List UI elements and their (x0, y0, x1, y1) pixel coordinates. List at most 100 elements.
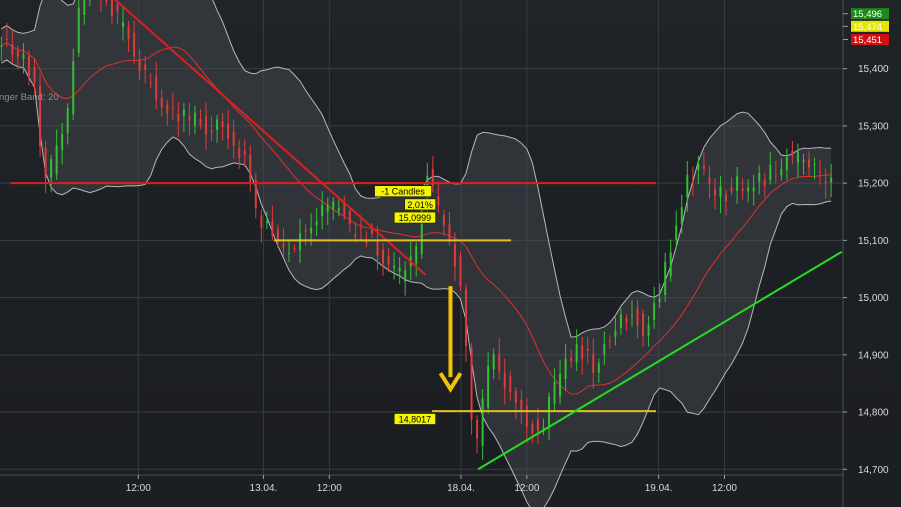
y-tick-label: 15,100 (858, 236, 889, 247)
candle-body (780, 168, 783, 176)
candle-body (105, 0, 108, 2)
candle-body (619, 314, 622, 329)
price-tag-label: 15,451 (853, 35, 882, 46)
candle-body (697, 164, 700, 170)
candle-body (669, 252, 672, 277)
candle-body (785, 157, 788, 171)
y-tick-label: 14,800 (858, 408, 889, 419)
candle-body (171, 108, 174, 110)
candle-body (133, 33, 136, 57)
candle-body (116, 4, 119, 12)
y-tick-label: 14,700 (858, 465, 889, 476)
candle-body (442, 215, 445, 226)
candle-body (232, 131, 235, 146)
candle-body (22, 54, 25, 59)
candle-body (531, 424, 534, 434)
candlestick-chart[interactable]: -1 Candles 2,01% 15,0999 14,8017 14,700 14,8… (0, 0, 901, 507)
price-tags: 15,496 15,474 15,451 (843, 8, 889, 46)
candle-body (210, 130, 213, 133)
candle-body (448, 224, 451, 242)
annotation-label-text: 15,0999 (399, 213, 432, 223)
candle-body (608, 340, 611, 342)
x-tick-label: 19.04. (645, 483, 673, 494)
candle-body (758, 172, 761, 182)
candle-body (603, 343, 606, 355)
candle-body (453, 244, 456, 267)
candle-body (282, 243, 285, 247)
candle-body (470, 348, 473, 420)
candle-body (382, 249, 385, 264)
x-tick-label: 12:00 (317, 483, 342, 494)
candle-body (199, 119, 202, 126)
candle-body (321, 204, 324, 216)
candle-body (730, 187, 733, 192)
candle-body (570, 358, 573, 362)
candle-body (348, 211, 351, 225)
candle-body (160, 97, 163, 108)
candle-body (819, 171, 822, 173)
candle-body (227, 123, 230, 139)
candle-body (658, 298, 661, 302)
candle-body (149, 82, 152, 84)
candle-body (271, 220, 274, 236)
candle-body (216, 119, 219, 130)
candle-body (332, 201, 335, 210)
candle-body (293, 247, 296, 249)
candle-body (50, 159, 53, 178)
candle-body (796, 151, 799, 163)
candle-body (536, 419, 539, 432)
candle-body (437, 196, 440, 206)
annotation-label-text: -1 Candles (381, 187, 425, 197)
candle-body (719, 186, 722, 198)
candle-body (647, 324, 650, 336)
y-tick-label: 14,900 (858, 350, 889, 361)
x-tick-label: 12:00 (514, 483, 539, 494)
candle-body (636, 307, 639, 326)
candle-body (138, 59, 141, 71)
candle-body (61, 133, 64, 150)
candle-body (44, 147, 47, 178)
candle-body (27, 56, 30, 77)
candle-body (691, 179, 694, 183)
candle-body (575, 344, 578, 363)
candle-body (55, 145, 58, 175)
candle-body (581, 345, 584, 359)
candle-body (741, 188, 744, 191)
candle-body (122, 22, 125, 28)
y-tick-label: 15,300 (858, 121, 889, 132)
candle-body (193, 112, 196, 126)
candle-body (675, 225, 678, 241)
annotation-label-text: 2,01% (407, 200, 433, 210)
candle-body (791, 150, 794, 156)
candle-body (155, 76, 158, 101)
candle-body (337, 207, 340, 212)
candle-body (310, 227, 313, 234)
candle-body (127, 26, 130, 39)
annotation-label-text: 14,8017 (399, 414, 432, 424)
candle-body (5, 38, 8, 40)
candle-body (77, 7, 80, 53)
candle-body (824, 181, 827, 184)
candle-body (299, 233, 302, 251)
candle-body (625, 317, 628, 323)
candle-body (465, 288, 468, 347)
candle-body (182, 109, 185, 116)
candle-body (376, 241, 379, 256)
candle-body (520, 399, 523, 410)
candle-body (747, 187, 750, 192)
x-tick-label: 12:00 (126, 483, 151, 494)
candle-body (559, 373, 562, 397)
candle-body (83, 0, 86, 15)
y-tick-label: 15,200 (858, 179, 889, 190)
candle-body (254, 180, 257, 209)
candle-body (265, 221, 268, 224)
candle-body (315, 221, 318, 226)
candle-body (459, 256, 462, 287)
candle-body (487, 365, 490, 408)
chart-canvas[interactable]: -1 Candles 2,01% 15,0999 14,8017 14,700 14,8… (0, 0, 901, 507)
price-tag-label: 15,474 (853, 22, 882, 33)
candle-body (713, 189, 716, 196)
candle-body (498, 353, 501, 372)
candle-body (415, 246, 418, 264)
x-axis: 12:00 13.04. 12:00 18.04. 12:00 19.04. 12:00 (126, 475, 737, 494)
